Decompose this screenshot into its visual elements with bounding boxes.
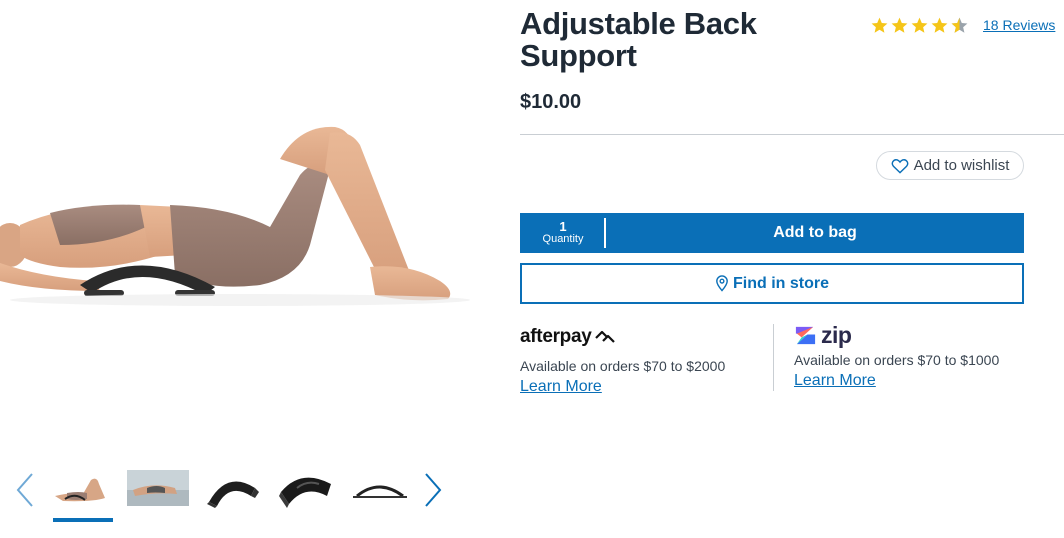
- zip-logo-text: zip: [821, 321, 852, 348]
- afterpay-learn-more-link[interactable]: Learn More: [520, 378, 602, 396]
- product-title: Adjustable Back Support: [520, 6, 757, 73]
- chevron-right-icon[interactable]: [420, 472, 444, 508]
- star-icon: [911, 17, 928, 33]
- afterpay-logo: afterpay: [520, 322, 770, 352]
- find-in-store-button[interactable]: Find in store: [520, 263, 1024, 304]
- add-to-wishlist-button[interactable]: Add to wishlist: [876, 151, 1024, 180]
- payment-divider: [773, 324, 774, 391]
- product-main-image: [0, 95, 470, 320]
- afterpay-block: afterpay Available on orders $70 to $200…: [520, 322, 770, 396]
- zip-mark-icon: [795, 326, 816, 344]
- add-to-bag-button[interactable]: Add to bag: [606, 213, 1024, 253]
- add-to-bag-bar: 1 Quantity Add to bag: [520, 213, 1024, 253]
- divider: [520, 134, 1064, 135]
- chevron-left-icon[interactable]: [14, 472, 38, 508]
- star-rating: [870, 16, 969, 35]
- thumbnail-1[interactable]: [53, 466, 115, 510]
- afterpay-arrows-icon: [594, 330, 615, 343]
- quantity-label: Quantity: [542, 233, 584, 245]
- thumbnail-4[interactable]: [275, 466, 337, 510]
- quantity-selector[interactable]: 1 Quantity: [520, 213, 606, 253]
- zip-block: zip Available on orders $70 to $1000 Lea…: [794, 322, 1034, 390]
- zip-description: Available on orders $70 to $1000: [794, 352, 1000, 368]
- active-thumbnail-indicator: [53, 518, 113, 522]
- star-icon: [931, 17, 948, 33]
- afterpay-description: Available on orders $70 to $2000: [520, 358, 726, 374]
- wishlist-label: Add to wishlist: [913, 157, 1010, 174]
- product-rating: 18 Reviews: [870, 14, 1055, 36]
- zip-learn-more-link[interactable]: Learn More: [794, 372, 876, 390]
- product-price: $10.00: [520, 91, 582, 113]
- star-icon: [871, 17, 888, 33]
- thumbnail-carousel: [14, 464, 454, 524]
- half-star-icon: [951, 17, 968, 33]
- find-in-store-label: Find in store: [733, 274, 829, 292]
- zip-logo: zip: [794, 322, 1034, 348]
- quantity-value: 1: [559, 219, 567, 234]
- thumbnail-3[interactable]: [201, 466, 263, 510]
- afterpay-logo-text: afterpay: [520, 326, 592, 347]
- heart-icon: [891, 158, 908, 174]
- thumbnail-2[interactable]: [127, 466, 189, 510]
- map-pin-icon: [716, 275, 728, 292]
- star-icon: [891, 17, 908, 33]
- thumbnail-5[interactable]: [349, 466, 411, 510]
- reviews-link[interactable]: 18 Reviews: [983, 17, 1055, 33]
- woman-on-back-stretcher-image: [0, 126, 470, 306]
